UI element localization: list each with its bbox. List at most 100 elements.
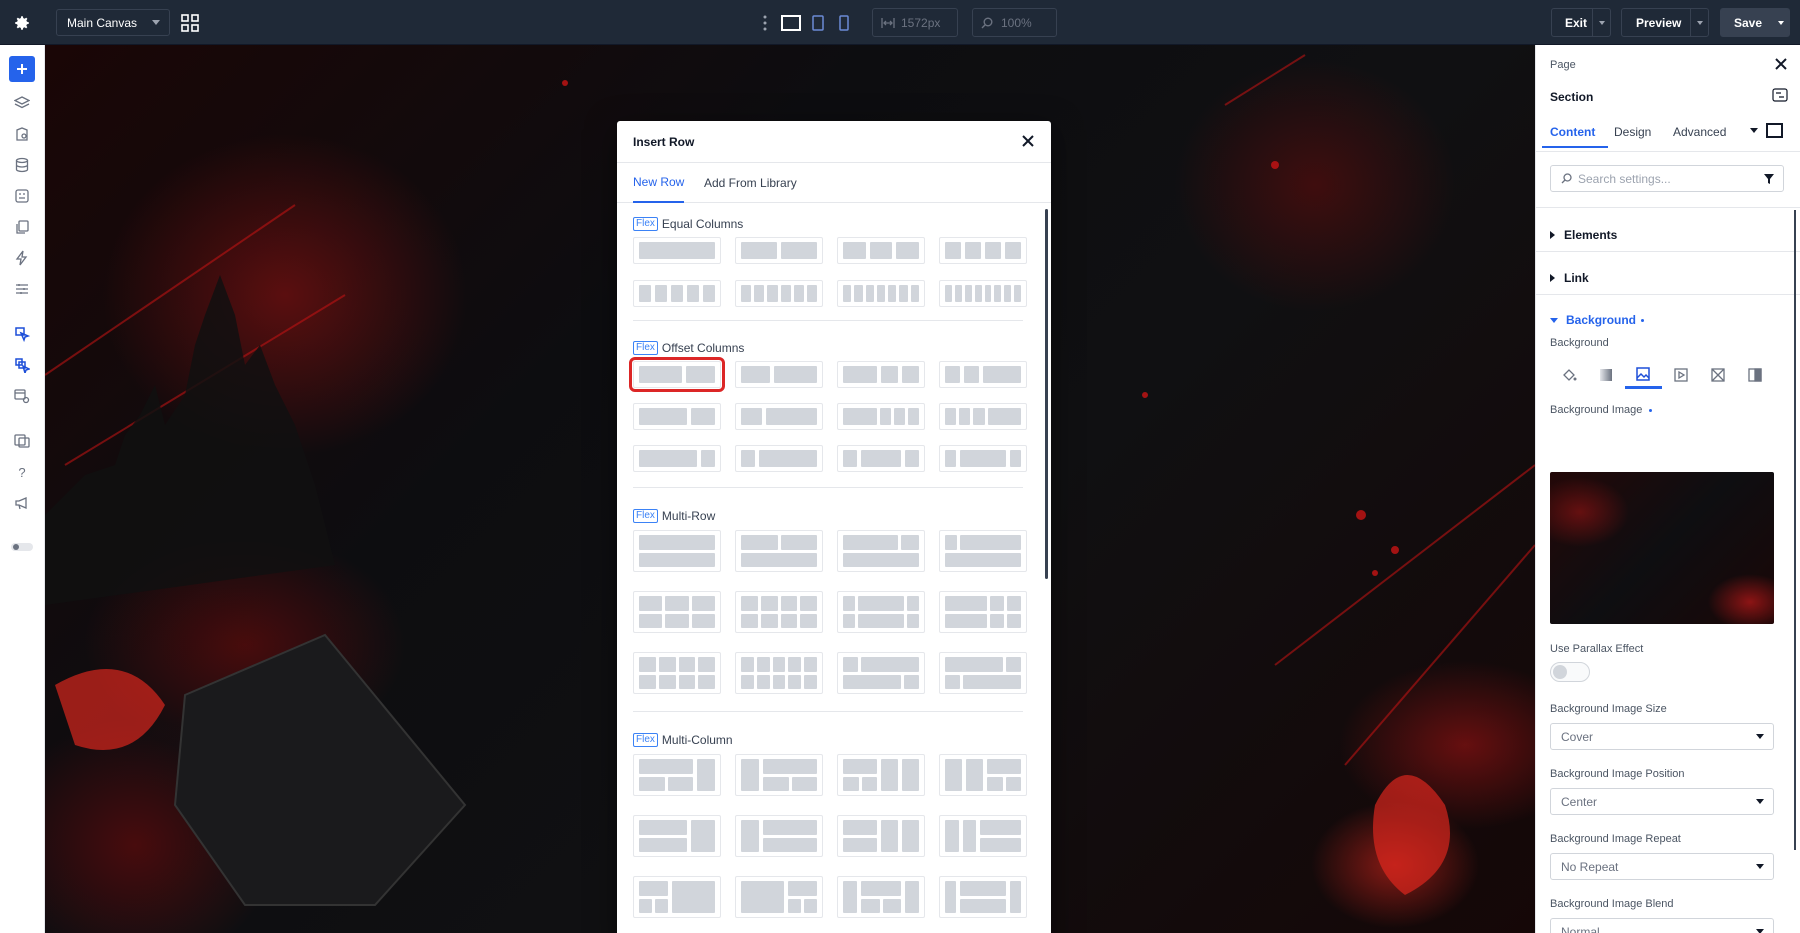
layout-4col[interactable] — [939, 237, 1027, 264]
bg-color-fill-icon[interactable] — [1550, 361, 1587, 389]
layout-multicol-4[interactable] — [939, 754, 1027, 796]
accordion-elements[interactable]: Elements — [1550, 228, 1617, 242]
tab-advanced[interactable]: Advanced — [1673, 125, 1726, 139]
layout-multirow-11[interactable] — [837, 652, 925, 694]
save-dropdown-icon[interactable] — [1773, 9, 1789, 36]
layout-5col[interactable] — [633, 280, 721, 307]
layout-3col[interactable] — [837, 237, 925, 264]
layers-icon[interactable] — [10, 91, 34, 115]
bg-image-icon[interactable] — [1624, 361, 1662, 389]
layout-multirow-12[interactable] — [939, 652, 1027, 694]
settings-gear-icon[interactable] — [10, 11, 34, 35]
background-image-preview[interactable] — [1550, 472, 1774, 624]
layout-multicol-12[interactable] — [939, 876, 1027, 918]
close-icon[interactable] — [1019, 132, 1037, 150]
grid-icon[interactable] — [180, 13, 200, 33]
layout-7col[interactable] — [837, 280, 925, 307]
portability-icon[interactable] — [10, 429, 34, 453]
layout-offset-3-1-1-1[interactable] — [837, 403, 925, 430]
tab-add-from-library[interactable]: Add From Library — [704, 163, 797, 203]
search-settings-input[interactable]: Search settings... — [1550, 165, 1784, 192]
cursor-click-icon[interactable] — [10, 322, 34, 346]
layout-offset-2-3[interactable] — [735, 361, 823, 388]
database-icon[interactable] — [10, 153, 34, 177]
layout-6col[interactable] — [735, 280, 823, 307]
template-icon[interactable] — [10, 184, 34, 208]
layout-multirow-5[interactable] — [633, 591, 721, 633]
tab-new-row[interactable]: New Row — [633, 163, 685, 203]
layout-multicol-11[interactable] — [837, 876, 925, 918]
layout-offset-1-3-1[interactable] — [837, 445, 925, 472]
tab-design[interactable]: Design — [1614, 125, 1651, 139]
accordion-link[interactable]: Link — [1550, 271, 1589, 285]
layout-multirow-7[interactable] — [837, 591, 925, 633]
layout-list[interactable]: Flex Equal Columns Flex Offset Columns F… — [617, 203, 1051, 933]
canvas-select[interactable]: Main Canvas — [56, 9, 170, 36]
tabs-dropdown-icon[interactable] — [1750, 128, 1758, 133]
layout-multirow-9[interactable] — [633, 652, 721, 694]
layout-offset-2-1-1[interactable] — [837, 361, 925, 388]
phone-view-icon[interactable] — [834, 13, 854, 33]
layout-offset-3-2[interactable] — [629, 357, 725, 392]
bg-mask-icon[interactable] — [1737, 361, 1774, 389]
layout-multicol-1[interactable] — [633, 754, 721, 796]
image-blend-select[interactable]: Normal — [1550, 918, 1774, 933]
bg-gradient-icon[interactable] — [1587, 361, 1624, 389]
panel-options-icon[interactable] — [1772, 87, 1788, 103]
layout-multirow-8[interactable] — [939, 591, 1027, 633]
save-button[interactable]: Save — [1720, 8, 1790, 37]
layout-offset-1-4[interactable] — [735, 445, 823, 472]
multi-cursor-icon[interactable] — [10, 353, 34, 377]
theme-builder-icon[interactable] — [10, 122, 34, 146]
parallax-toggle[interactable] — [1550, 662, 1590, 682]
layout-multirow-1[interactable] — [633, 530, 721, 572]
modal-scrollbar[interactable] — [1045, 209, 1048, 579]
layout-multicol-9[interactable] — [633, 876, 721, 918]
pages-icon[interactable] — [10, 215, 34, 239]
accordion-background[interactable]: Background — [1550, 313, 1645, 327]
sliders-icon[interactable] — [10, 277, 34, 301]
desktop-view-icon[interactable] — [780, 13, 802, 33]
megaphone-icon[interactable] — [10, 491, 34, 515]
layout-multicol-3[interactable] — [837, 754, 925, 796]
bg-video-icon[interactable] — [1662, 361, 1699, 389]
zoom-field[interactable]: 100% — [972, 8, 1057, 37]
layout-multirow-4[interactable] — [939, 530, 1027, 572]
preview-button[interactable]: Preview — [1621, 8, 1709, 37]
layout-multirow-2[interactable] — [735, 530, 823, 572]
breadcrumb[interactable]: Page — [1550, 59, 1576, 71]
exit-dropdown-icon[interactable] — [1592, 9, 1610, 36]
layout-offset-4-1[interactable] — [633, 445, 721, 472]
wireframe-toggle-icon[interactable] — [1766, 123, 1783, 138]
help-icon[interactable]: ? — [10, 460, 34, 484]
close-icon[interactable] — [1774, 57, 1788, 71]
filter-icon[interactable] — [1763, 173, 1775, 185]
layout-offset-1-1-1-3[interactable] — [939, 403, 1027, 430]
layout-multicol-6[interactable] — [735, 815, 823, 857]
builder-canvas[interactable]: Insert Row New Row Add From Library Flex… — [45, 45, 1535, 933]
lightning-icon[interactable] — [10, 246, 34, 270]
layout-offset-2-1[interactable] — [633, 403, 721, 430]
layout-offset-1-4-1[interactable] — [939, 445, 1027, 472]
bg-pattern-icon[interactable] — [1699, 361, 1736, 389]
layout-offset-1-1-2[interactable] — [939, 361, 1027, 388]
layout-multirow-6[interactable] — [735, 591, 823, 633]
preview-dropdown-icon[interactable] — [1690, 9, 1708, 36]
layout-multicol-5[interactable] — [633, 815, 721, 857]
theme-toggle-icon[interactable] — [10, 535, 34, 559]
layout-multicol-8[interactable] — [939, 815, 1027, 857]
exit-button[interactable]: Exit — [1551, 8, 1611, 37]
preset-manager-icon[interactable] — [10, 384, 34, 408]
add-element-plus-icon[interactable] — [9, 56, 35, 82]
image-size-select[interactable]: Cover — [1550, 723, 1774, 750]
layout-multirow-10[interactable] — [735, 652, 823, 694]
more-vertical-icon[interactable] — [760, 13, 770, 33]
layout-offset-1-2[interactable] — [735, 403, 823, 430]
layout-2col[interactable] — [735, 237, 823, 264]
layout-multicol-2[interactable] — [735, 754, 823, 796]
tablet-view-icon[interactable] — [808, 13, 828, 33]
layout-multicol-7[interactable] — [837, 815, 925, 857]
layout-1col[interactable] — [633, 237, 721, 264]
image-position-select[interactable]: Center — [1550, 788, 1774, 815]
image-repeat-select[interactable]: No Repeat — [1550, 853, 1774, 880]
